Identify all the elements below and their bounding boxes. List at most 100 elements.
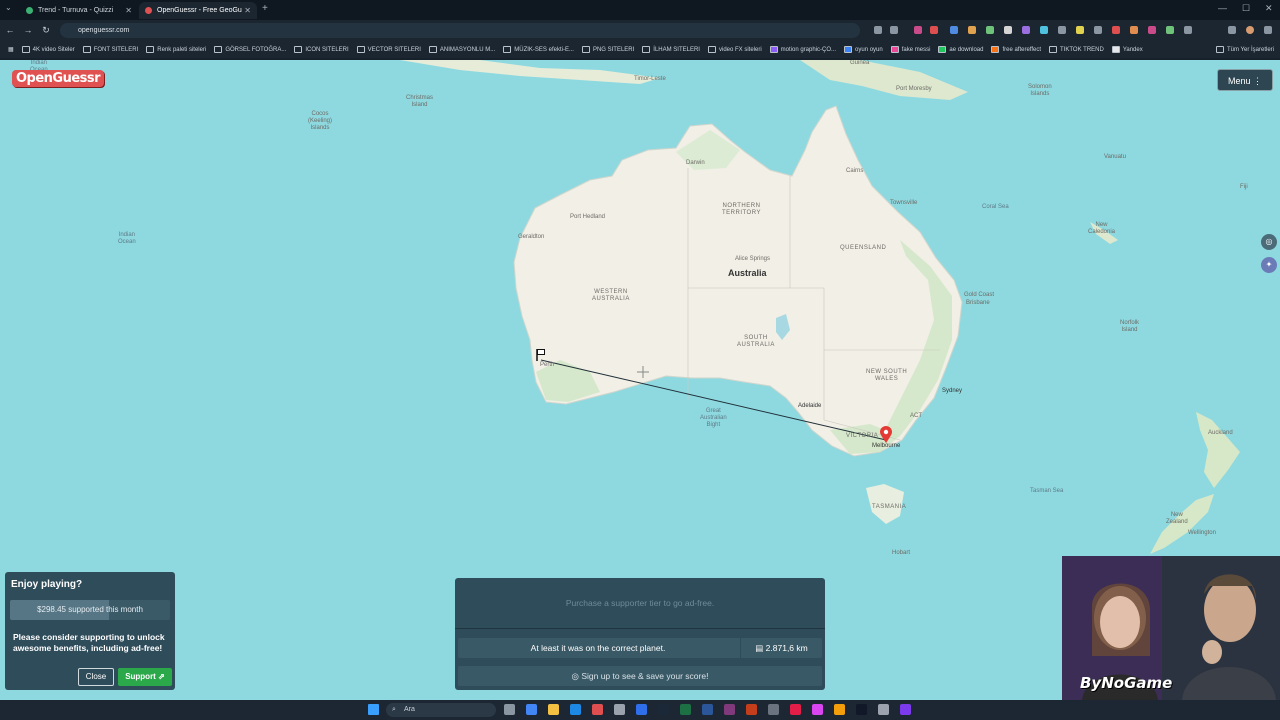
maximize-icon[interactable]: ☐ xyxy=(1242,3,1250,14)
bookmark-item[interactable]: ae download xyxy=(938,46,983,53)
chrome-icon[interactable] xyxy=(526,704,537,715)
close-button[interactable]: Close xyxy=(78,668,114,686)
bookmark-favicon-icon xyxy=(844,46,853,53)
new-tab-icon[interactable]: + xyxy=(262,3,268,14)
bookmark-item[interactable]: motion graphic-ÇO... xyxy=(769,46,836,53)
close-tab-icon[interactable]: ✕ xyxy=(125,6,132,15)
tab-openguessr[interactable]: OpenGuessr - Free GeoGu ✕ xyxy=(139,2,257,19)
taskbar-search[interactable]: ⌕ Ara xyxy=(386,703,496,717)
notion-icon[interactable] xyxy=(856,704,867,715)
bookmark-item[interactable]: Yandex xyxy=(1111,46,1143,53)
star-icon[interactable] xyxy=(890,26,898,34)
folder-icon xyxy=(503,46,512,53)
excel-icon[interactable] xyxy=(680,704,691,715)
extension-icon[interactable] xyxy=(874,26,882,34)
task-view-icon[interactable] xyxy=(504,704,515,715)
compass-icon[interactable]: ✦ xyxy=(1261,257,1277,273)
back-icon[interactable]: ← xyxy=(4,24,16,36)
menu-button[interactable]: Menu ⋮ xyxy=(1217,69,1273,91)
powerpoint-icon[interactable] xyxy=(746,704,757,715)
reload-icon[interactable]: ↻ xyxy=(40,24,52,36)
bookmark-item[interactable]: TIKTOK TREND xyxy=(1049,46,1104,53)
bookmark-item[interactable]: video FX siteleri xyxy=(707,46,762,53)
label-guinea: Guinea xyxy=(850,60,870,66)
quizzi-favicon-icon xyxy=(26,7,33,14)
extension-icon[interactable] xyxy=(1166,26,1174,34)
bookmark-item[interactable]: 4K video Siteler xyxy=(21,46,75,53)
instagram-icon[interactable] xyxy=(812,704,823,715)
app-icon[interactable] xyxy=(900,704,911,715)
bookmark-item[interactable]: İLHAM SITELERI xyxy=(642,46,700,53)
signup-button[interactable]: ◎ Sign up to see & save your score! xyxy=(458,666,822,686)
tab-search-icon[interactable]: ⌄ xyxy=(5,3,12,12)
word-icon[interactable] xyxy=(702,704,713,715)
close-tab-icon[interactable]: ✕ xyxy=(244,6,251,15)
app-icon[interactable] xyxy=(768,704,779,715)
bookmark-item[interactable]: ICON SITELERI xyxy=(294,46,349,53)
app-icon[interactable] xyxy=(878,704,889,715)
bookmark-item[interactable]: ANIMASYONLU M... xyxy=(428,46,495,53)
extension-icon[interactable] xyxy=(1058,26,1066,34)
support-button[interactable]: Support ⇗ xyxy=(118,668,172,686)
extension-icon[interactable] xyxy=(1112,26,1120,34)
extension-icon[interactable] xyxy=(1022,26,1030,34)
label-adelaide: Adelaide xyxy=(798,403,822,409)
all-bookmarks[interactable]: Tüm Yer İşaretleri xyxy=(1215,46,1274,53)
supporter-title: Enjoy playing? xyxy=(11,579,83,590)
extension-icon[interactable] xyxy=(950,26,958,34)
browser-menu-icon[interactable] xyxy=(1264,26,1272,34)
minimize-icon[interactable]: — xyxy=(1218,3,1227,13)
windows-start-icon[interactable] xyxy=(368,704,379,715)
layers-icon[interactable]: ◎ xyxy=(1261,234,1277,250)
app-icon[interactable] xyxy=(614,704,625,715)
bookmark-item[interactable]: free aftereffect xyxy=(991,46,1041,53)
app-icon[interactable] xyxy=(592,704,603,715)
close-window-icon[interactable]: ✕ xyxy=(1265,3,1273,14)
bookmark-item[interactable]: PNG SITELERI xyxy=(581,46,634,53)
extension-icon[interactable] xyxy=(1148,26,1156,34)
extension-icon[interactable] xyxy=(1094,26,1102,34)
bookmark-item[interactable]: fake messi xyxy=(890,46,930,53)
label-vanuatu: Vanuatu xyxy=(1104,154,1126,160)
support-label: Support xyxy=(125,672,156,681)
label-great-australian-bight: Great Australian Bight xyxy=(700,408,727,428)
extension-icon[interactable] xyxy=(1040,26,1048,34)
extension-icon[interactable] xyxy=(1076,26,1084,34)
file-explorer-icon[interactable] xyxy=(548,704,559,715)
bookmark-item[interactable]: FONT SITELERI xyxy=(82,46,138,53)
extension-icon[interactable] xyxy=(1184,26,1192,34)
steam-icon[interactable] xyxy=(658,704,669,715)
label-hobart: Hobart xyxy=(892,550,911,556)
onenote-icon[interactable] xyxy=(724,704,735,715)
extension-icon[interactable] xyxy=(986,26,994,34)
openguessr-logo[interactable]: OpenGuessr xyxy=(12,70,105,87)
extension-icon[interactable] xyxy=(1130,26,1138,34)
bookmark-item[interactable]: oyun oyun xyxy=(844,46,883,53)
flag-icon[interactable] xyxy=(535,348,547,362)
extension-icon[interactable] xyxy=(930,26,938,34)
bookmark-item[interactable]: GÖRSEL FOTOĞRA... xyxy=(214,46,286,53)
app-icon[interactable] xyxy=(790,704,801,715)
extension-icon[interactable] xyxy=(1004,26,1012,34)
download-icon[interactable] xyxy=(1228,26,1236,34)
extension-icon[interactable] xyxy=(968,26,976,34)
bookmark-item[interactable]: MÜZIK-SES efekti-E... xyxy=(503,46,574,53)
tab-quizzi[interactable]: Trend - Turnuva - Quizzi ✕ xyxy=(20,2,138,19)
supporter-message: Please consider supporting to unlock awe… xyxy=(13,632,165,653)
folder-icon xyxy=(21,46,30,53)
bookmark-item[interactable]: VECTOR SITELERI xyxy=(356,46,421,53)
ad-free-banner[interactable]: Purchase a supporter tier to go ad-free. xyxy=(455,578,825,629)
location-pin-icon[interactable] xyxy=(879,426,893,444)
extension-icon[interactable] xyxy=(914,26,922,34)
apps-icon[interactable]: ▦ xyxy=(8,46,14,53)
edge-icon[interactable] xyxy=(570,704,581,715)
address-bar[interactable]: openguessr.com xyxy=(60,23,860,38)
label-norfolk-island: Norfolk Island xyxy=(1120,320,1140,333)
label-tasman-sea: Tasman Sea xyxy=(1030,488,1064,494)
bookmark-item[interactable]: Renk paleti siteleri xyxy=(146,46,206,53)
bookmarks-bar: ▦ 4K video Siteler FONT SITELERI Renk pa… xyxy=(0,41,1280,58)
profile-avatar[interactable] xyxy=(1246,26,1254,34)
app-icon[interactable] xyxy=(834,704,845,715)
app-icon[interactable] xyxy=(636,704,647,715)
forward-icon[interactable]: → xyxy=(22,24,34,36)
